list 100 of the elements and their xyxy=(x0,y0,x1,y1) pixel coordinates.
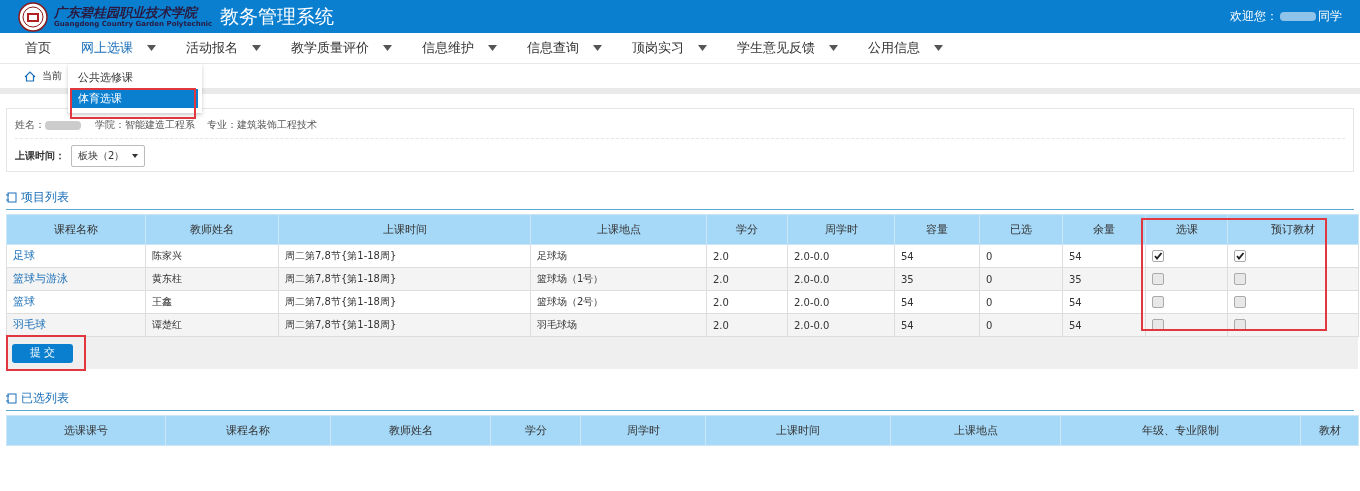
table-cell: 篮球场（1号） xyxy=(537,273,604,284)
list-icon xyxy=(6,393,17,404)
school-name: 广东碧桂园职业技术学院 xyxy=(54,4,200,20)
column-header: 课程名称 xyxy=(165,415,331,446)
table-cell: 2.0 xyxy=(713,273,729,285)
table-cell: 0 xyxy=(986,250,993,262)
breadcrumb-text: 当前 xyxy=(42,69,62,83)
column-header: 学分 xyxy=(490,415,581,446)
column-header: 预订教材 xyxy=(1227,214,1359,245)
table-cell: 谭楚红 xyxy=(152,319,182,330)
table-cell: 54 xyxy=(901,250,914,262)
caret-icon xyxy=(383,45,392,51)
table-cell: 54 xyxy=(901,319,914,331)
column-header: 课程名称 xyxy=(6,214,146,245)
column-header: 上课地点 xyxy=(890,415,1061,446)
section-title: 项目列表 xyxy=(21,190,69,205)
caret-icon xyxy=(593,45,602,51)
home-icon xyxy=(24,70,36,82)
table-cell: 王鑫 xyxy=(152,296,172,307)
caret-icon xyxy=(698,45,707,51)
menu-item[interactable]: 公共选修课 xyxy=(72,68,198,87)
column-header: 上课时间 xyxy=(705,415,891,446)
table-cell: 0 xyxy=(986,296,993,308)
column-header: 选课课号 xyxy=(6,415,166,446)
table-cell: 足球场 xyxy=(537,250,567,261)
column-header: 教材 xyxy=(1300,415,1359,446)
table-cell: 54 xyxy=(1069,296,1082,308)
column-header: 上课时间 xyxy=(278,214,531,245)
course-link[interactable]: 足球 xyxy=(13,249,35,261)
table-cell: 2.0-0.0 xyxy=(794,296,830,308)
nav-item[interactable]: 首页 xyxy=(25,39,51,57)
table-cell: 2.0-0.0 xyxy=(794,273,830,285)
table-cell: 54 xyxy=(1069,319,1082,331)
table-cell: 陈家兴 xyxy=(152,250,182,261)
table-cell: 35 xyxy=(1069,273,1082,285)
table-cell: 2.0 xyxy=(713,296,729,308)
select-checkbox[interactable] xyxy=(1152,273,1164,285)
nav-item[interactable]: 教学质量评价 xyxy=(291,39,392,57)
table-cell: 2.0 xyxy=(713,319,729,331)
nav-item[interactable]: 公用信息 xyxy=(868,39,943,57)
caret-icon xyxy=(132,154,139,158)
column-header: 周学时 xyxy=(580,415,706,446)
system-title: 教务管理系统 xyxy=(220,3,335,29)
caret-icon xyxy=(147,45,156,51)
table-cell: 周二第7,8节{第1-18周} xyxy=(285,319,397,330)
column-header: 已选 xyxy=(979,214,1063,245)
course-link[interactable]: 篮球与游泳 xyxy=(13,272,68,284)
table-cell: 羽毛球场 xyxy=(537,319,577,330)
nav-item[interactable]: 网上选课 xyxy=(81,39,156,57)
table-cell: 35 xyxy=(901,273,914,285)
name-label: 姓名： xyxy=(15,119,45,132)
school-emblem-icon xyxy=(18,1,48,32)
caret-icon xyxy=(829,45,838,51)
list-icon xyxy=(6,192,17,203)
nav-item[interactable]: 学生意见反馈 xyxy=(737,39,838,57)
welcome-text: 欢迎您： xyxy=(1230,8,1278,25)
table-cell: 2.0-0.0 xyxy=(794,250,830,262)
table-cell: 54 xyxy=(1069,250,1082,262)
time-select[interactable]: 板块（2） xyxy=(71,145,146,167)
column-header: 教师姓名 xyxy=(330,415,491,446)
course-link[interactable]: 羽毛球 xyxy=(13,318,46,330)
select-checkbox[interactable] xyxy=(1152,250,1164,262)
table-cell: 周二第7,8节{第1-18周} xyxy=(285,273,397,284)
nav-item[interactable]: 活动报名 xyxy=(186,39,261,57)
column-header: 上课地点 xyxy=(530,214,707,245)
textbook-checkbox[interactable] xyxy=(1234,296,1246,308)
table-cell: 篮球场（2号） xyxy=(537,296,604,307)
nav-item[interactable]: 顶岗实习 xyxy=(632,39,707,57)
textbook-checkbox[interactable] xyxy=(1234,250,1246,262)
table-cell: 周二第7,8节{第1-18周} xyxy=(285,250,397,261)
textbook-checkbox[interactable] xyxy=(1234,273,1246,285)
time-filter-label: 上课时间： xyxy=(15,149,65,163)
table-cell: 2.0 xyxy=(713,250,729,262)
nav-item[interactable]: 信息维护 xyxy=(422,39,497,57)
column-header: 周学时 xyxy=(787,214,895,245)
caret-icon xyxy=(934,45,943,51)
major-text: 专业：建筑装饰工程技术 xyxy=(207,119,317,132)
column-header: 学分 xyxy=(706,214,788,245)
table-cell: 黄东柱 xyxy=(152,273,182,284)
column-header: 教师姓名 xyxy=(145,214,279,245)
course-link[interactable]: 篮球 xyxy=(13,295,35,307)
table-cell: 周二第7,8节{第1-18周} xyxy=(285,296,397,307)
column-header: 选课 xyxy=(1145,214,1228,245)
column-header: 余量 xyxy=(1062,214,1146,245)
table-cell: 0 xyxy=(986,319,993,331)
user-suffix: 同学 xyxy=(1318,8,1342,25)
nav-item[interactable]: 信息查询 xyxy=(527,39,602,57)
caret-icon xyxy=(488,45,497,51)
submit-button[interactable]: 提 交 xyxy=(12,343,73,363)
table-cell: 54 xyxy=(901,296,914,308)
column-header: 年级、专业限制 xyxy=(1060,415,1301,446)
table-cell: 2.0-0.0 xyxy=(794,319,830,331)
redacted-mark xyxy=(45,121,81,130)
section-title: 已选列表 xyxy=(21,391,69,406)
college-text: 学院：智能建造工程系 xyxy=(95,119,195,132)
caret-icon xyxy=(252,45,261,51)
table-cell: 0 xyxy=(986,273,993,285)
column-header: 容量 xyxy=(894,214,980,245)
select-checkbox[interactable] xyxy=(1152,296,1164,308)
redacted-mark xyxy=(1280,12,1316,21)
